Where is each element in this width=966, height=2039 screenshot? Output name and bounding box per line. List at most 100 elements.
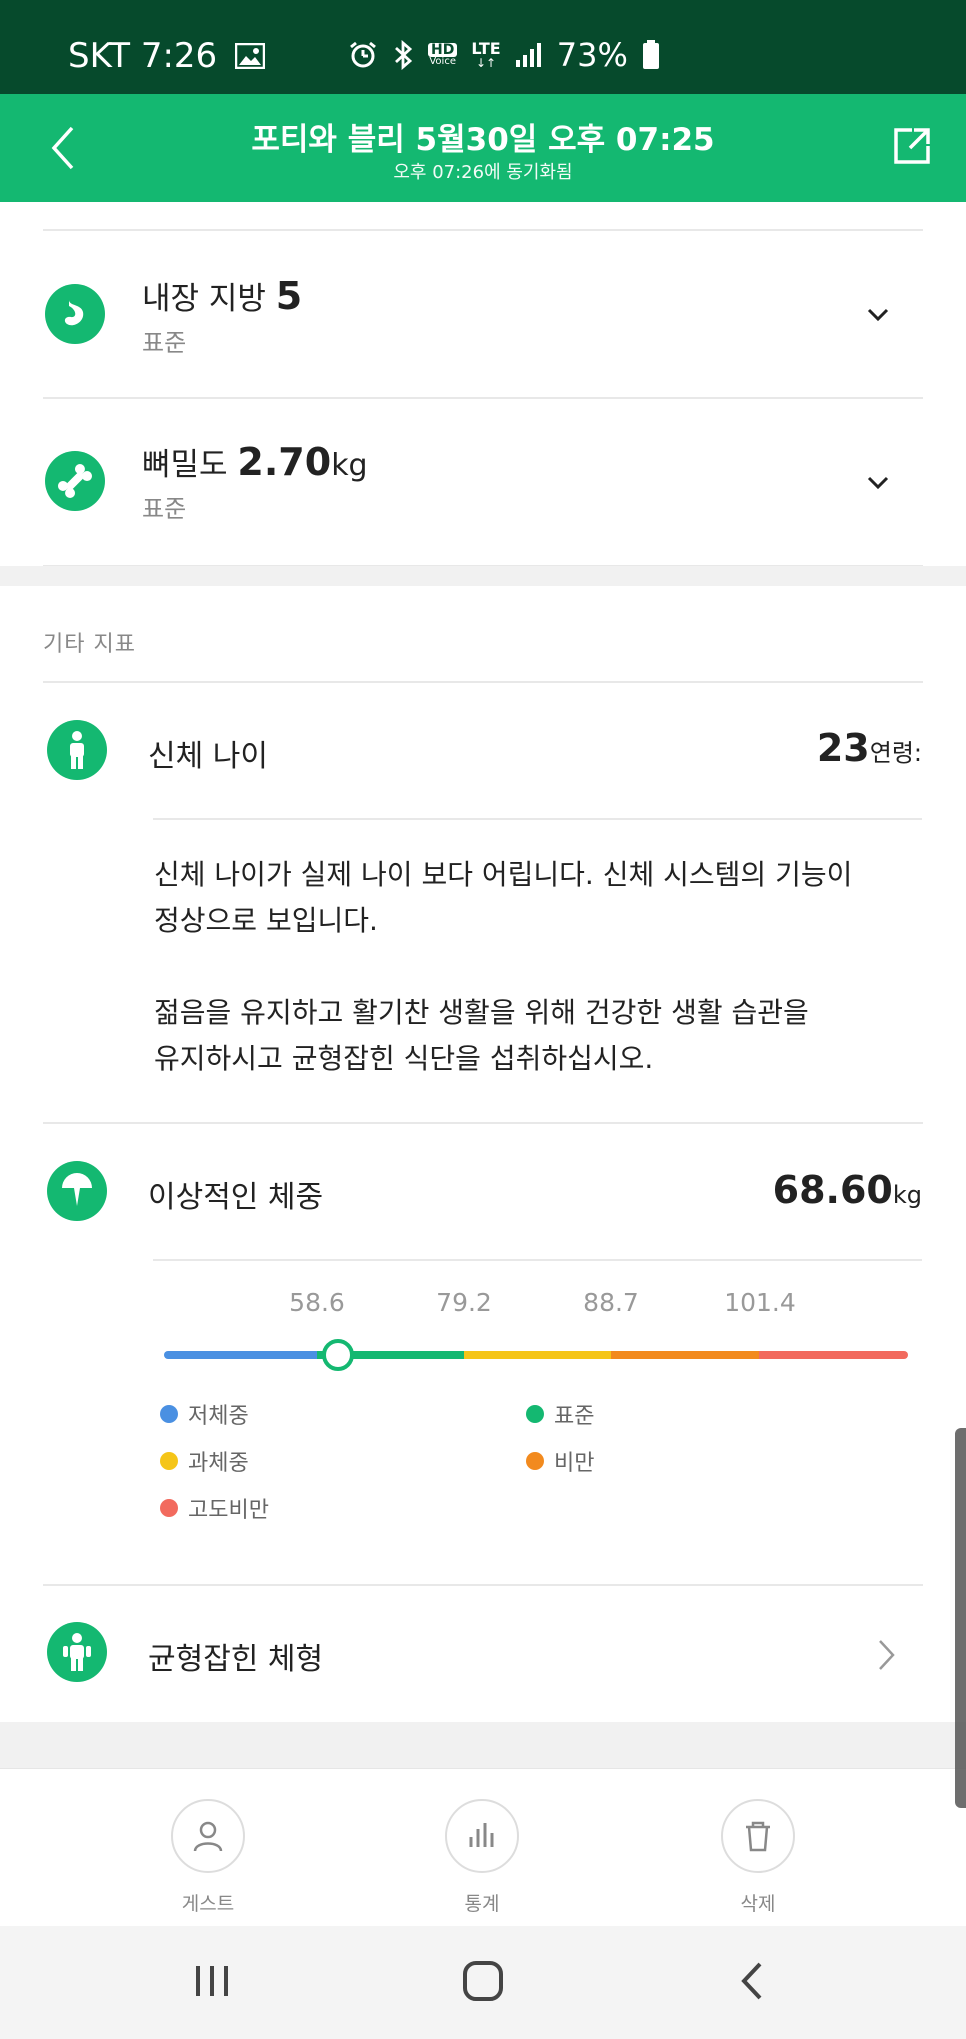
delete-button[interactable]: 삭제 [688,1799,828,1916]
legend-label: 과체중 [188,1451,249,1476]
legend-dot [526,1452,544,1470]
weight-marker [322,1339,354,1371]
stats-button[interactable]: 통계 [412,1799,552,1916]
battery-icon [642,40,660,70]
divider [153,818,922,820]
app-header: 포티와 블리 5월30일 오후 07:25 오후 07:26에 동기화됨 [0,94,966,202]
legend-obese: 비만 [526,1445,594,1477]
metric-row-bone-density[interactable]: 뼈밀도 2.70kg 표준 [0,399,966,567]
carrier-time: SKT 7:26 [68,36,218,76]
metric-status: 표준 [142,329,187,357]
legend-label: 표준 [554,1404,595,1429]
balanced-body-icon [47,1622,107,1682]
ideal-weight-unit: kg [892,1181,922,1209]
trash-icon [721,1799,795,1873]
segment-obese [611,1351,759,1359]
scale-gauge-icon [47,1161,107,1221]
person-icon [171,1799,245,1873]
metric-value: 2.70 [237,440,332,484]
bone-icon [45,451,105,511]
divider [43,1122,923,1124]
scale-tick: 88.7 [583,1288,639,1317]
home-icon [463,1961,503,2001]
share-icon [894,128,930,164]
legend-dot [160,1405,178,1423]
lte-label: LTE [471,39,501,58]
sync-status: 오후 07:26에 동기화됨 [393,162,573,183]
recent-apps-icon [196,1966,228,1996]
hd-voice-icon: HD Voice [428,42,458,67]
ideal-weight-value: 68.60kg [773,1168,922,1212]
body-age-unit: 연령: [869,739,922,767]
scale-tick: 79.2 [436,1288,492,1317]
battery-percent: 73% [556,36,628,74]
description-line: 정상으로 보입니다. [154,904,378,937]
status-bar: SKT 7:26 HD Voice LTE ↓↑ 73% [0,0,966,94]
status-left: SKT 7:26 [68,36,266,76]
weight-scale-bar [164,1351,908,1359]
person-body-icon [47,720,107,780]
stats-icon [445,1799,519,1873]
legend-dot [160,1452,178,1470]
signal-icon [515,42,543,68]
legend-label: 비만 [554,1451,595,1476]
divider [153,1259,922,1261]
lte-icon: LTE ↓↑ [471,39,501,70]
status-right: HD Voice LTE ↓↑ 73% [348,36,660,74]
bottom-action-bar: 게스트 통계 삭제 [0,1768,966,1926]
segment-overweight [464,1351,611,1359]
section-gap [0,566,966,586]
scale-tick: 58.6 [289,1288,345,1317]
legend-underweight: 저체중 [160,1398,249,1430]
section-title: 기타 지표 [43,632,136,657]
metric-name: 내장 지방 5 [142,273,302,318]
metric-unit: kg [331,448,368,483]
metric-value: 5 [275,274,303,318]
legend-severe-obese: 고도비만 [160,1492,269,1524]
metric-label: 내장 지방 [142,281,266,317]
body-age-number: 23 [816,726,870,770]
segment-severe-obese [759,1351,908,1359]
guest-label: 게스트 [181,1893,235,1915]
ideal-weight-number: 68.60 [772,1168,893,1212]
back-arrow-icon [51,126,74,170]
legend-normal: 표준 [526,1398,594,1430]
segment-underweight [164,1351,317,1359]
description-line: 유지하시고 균형잡힌 식단을 섭취하십시오. [154,1042,654,1075]
chevron-down-icon[interactable] [866,307,890,323]
body-age-label: 신체 나이 [148,739,268,774]
description-line: 신체 나이가 실제 나이 보다 어립니다. 신체 시스템의 기능이 [154,858,853,891]
recent-apps-button[interactable] [182,1956,242,2006]
legend-dot [526,1405,544,1423]
home-button[interactable] [453,1956,513,2006]
stomach-icon [45,284,105,344]
description-line: 젊음을 유지하고 활기찬 생활을 위해 건강한 생활 습관을 [154,996,809,1029]
section-gap [0,1722,966,1768]
body-type-label: 균형잡힌 체형 [148,1642,324,1677]
metric-row-visceral-fat[interactable]: 내장 지방 5 표준 [0,231,966,399]
body-type-row[interactable]: 균형잡힌 체형 [0,1586,966,1720]
divider [43,681,923,683]
body-age-value: 23연령: [817,726,922,770]
metric-label: 뼈밀도 [142,447,228,483]
metric-name: 뼈밀도 2.70kg [142,439,368,484]
bluetooth-icon [392,40,414,70]
legend-dot [160,1499,178,1517]
back-button[interactable] [44,122,84,174]
scroll-indicator[interactable] [955,1428,966,1808]
guest-button[interactable]: 게스트 [138,1799,278,1916]
legend-overweight: 과체중 [160,1445,249,1477]
back-icon [741,1962,762,2000]
system-back-button[interactable] [722,1956,782,2006]
delete-label: 삭제 [740,1893,776,1915]
share-button[interactable] [892,126,932,166]
metric-status: 표준 [142,495,187,523]
ideal-weight-label: 이상적인 체중 [148,1180,324,1215]
legend-label: 저체중 [188,1404,249,1429]
page-title: 포티와 블리 5월30일 오후 07:25 [251,122,715,158]
stats-label: 통계 [464,1893,500,1915]
chevron-down-icon[interactable] [866,475,890,491]
alarm-icon [348,40,378,70]
system-nav-bar [0,1926,966,2039]
gallery-icon [235,43,266,69]
